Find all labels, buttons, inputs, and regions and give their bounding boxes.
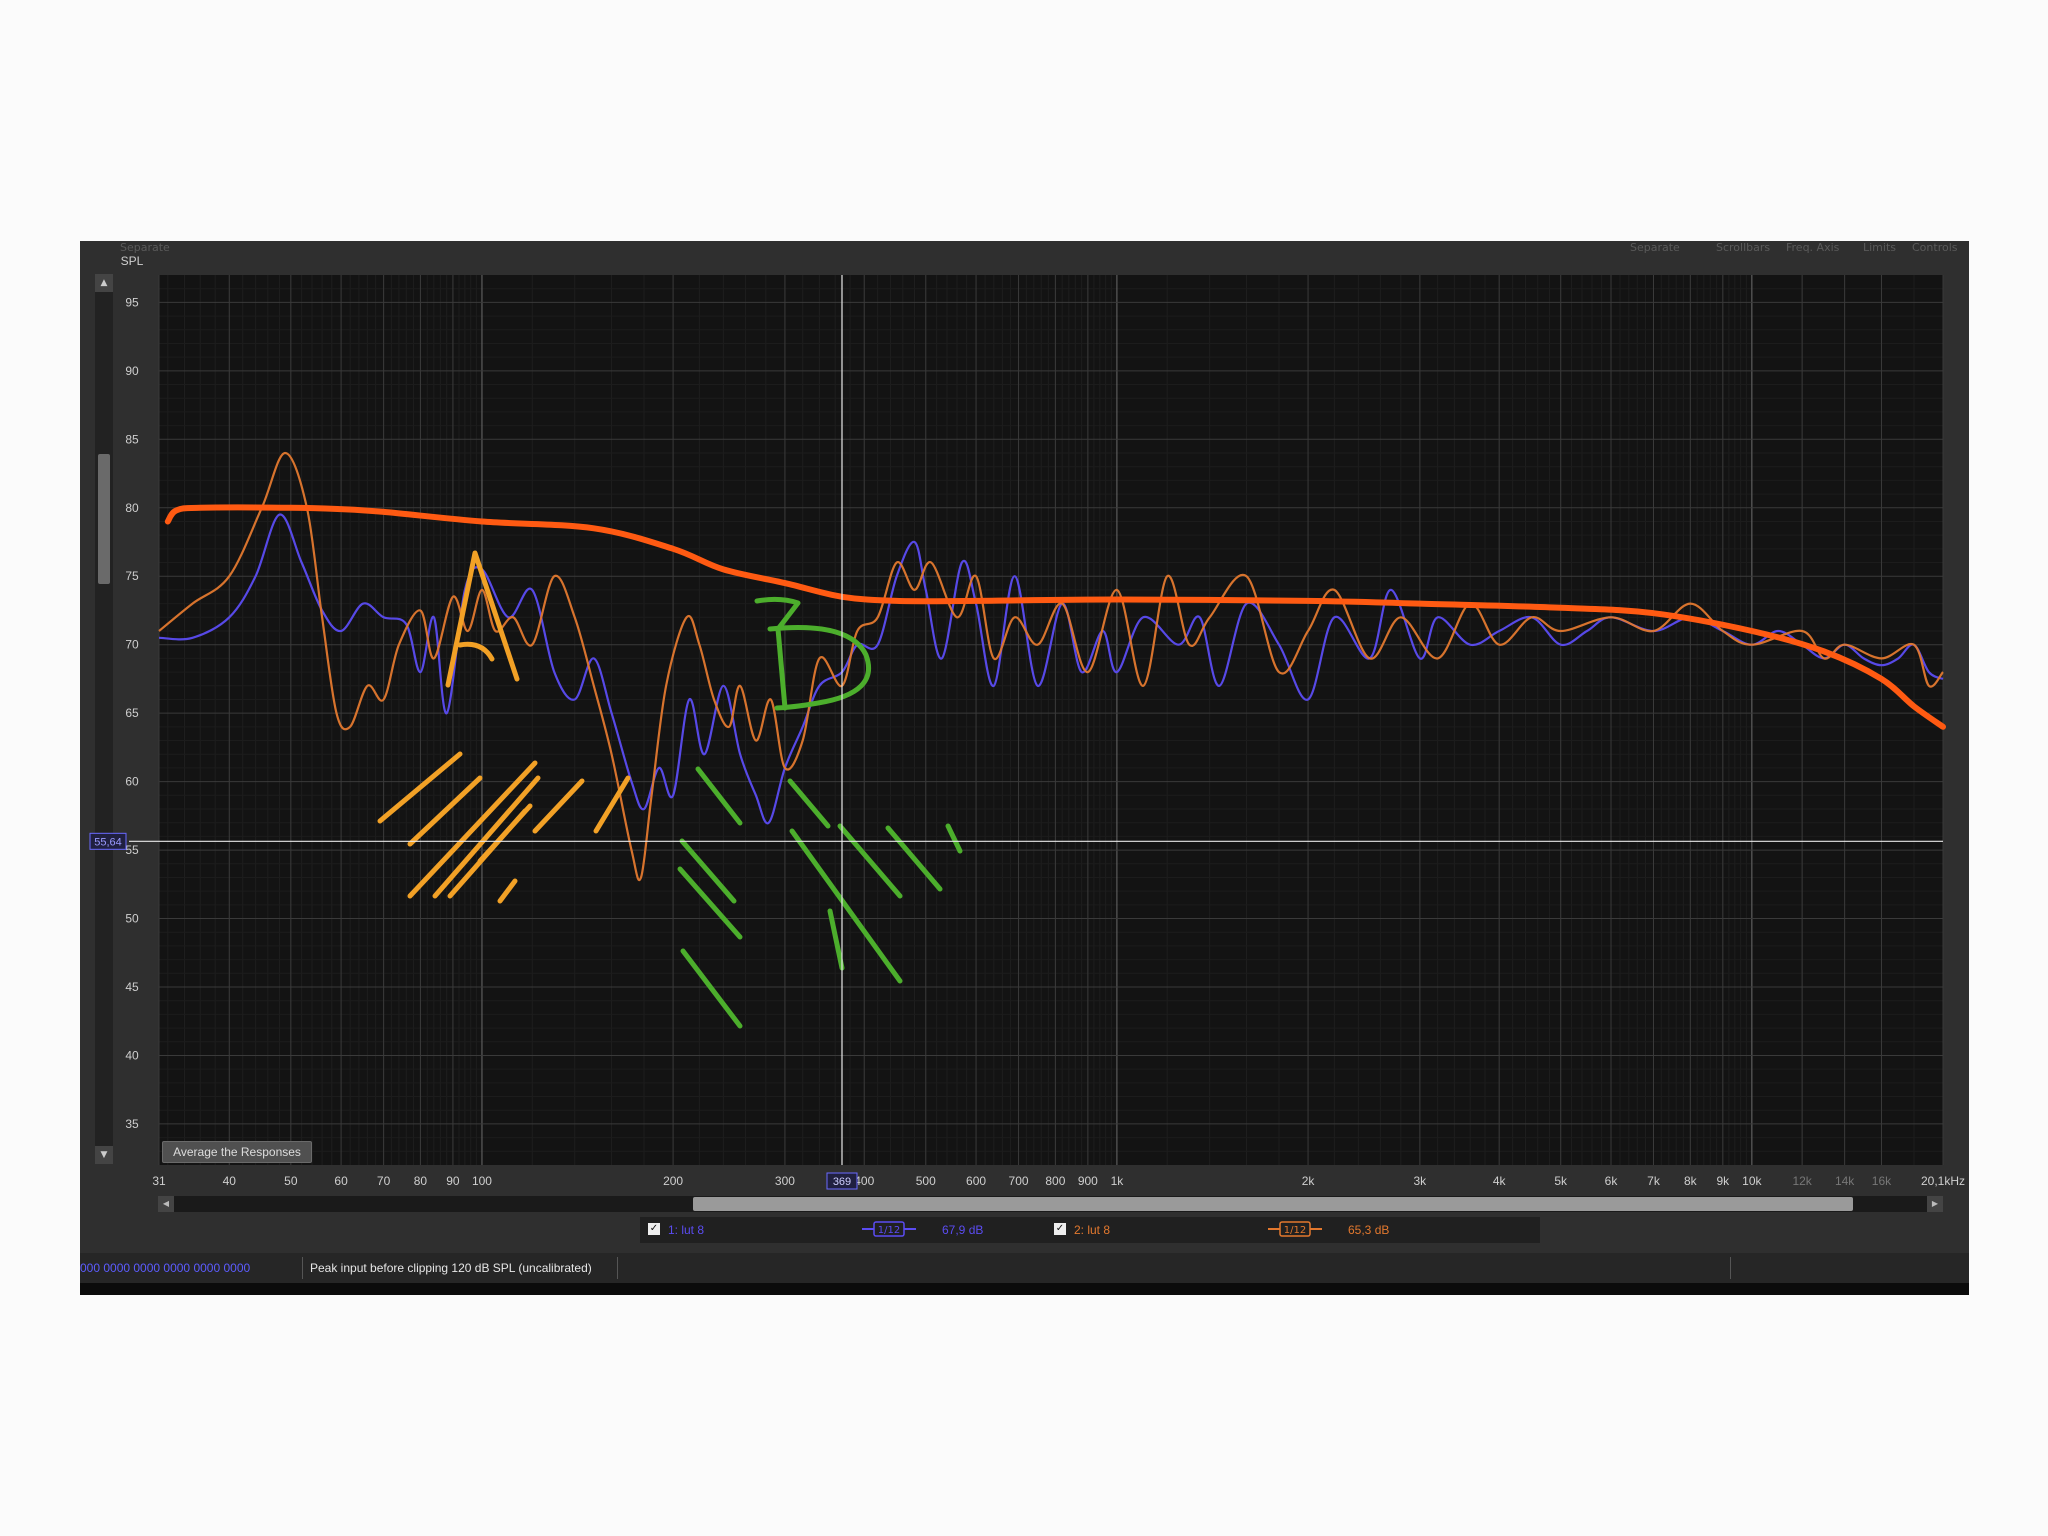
x-tick-label: 40: [223, 1174, 237, 1188]
x-tick-label: 3k: [1414, 1174, 1428, 1188]
smoothing-1-12-icon[interactable]: 1/12: [862, 1221, 916, 1237]
status-divider: [1730, 1257, 1731, 1279]
x-tick-label: 10k: [1742, 1174, 1762, 1188]
x-tick-label: 8k: [1684, 1174, 1698, 1188]
window-bottom-edge: [80, 1283, 1969, 1295]
x-tick-label: 31: [152, 1174, 166, 1188]
spl-chart[interactable]: 31 40 50 60 70 80 90 100 200 300 400 500 600 700 800 90…: [80, 241, 1969, 1201]
smoothing-1-12-icon[interactable]: 1/12: [1268, 1221, 1322, 1237]
scroll-right-arrow-icon[interactable]: ▶: [1927, 1196, 1943, 1212]
x-tick-label: 6k: [1605, 1174, 1619, 1188]
cursor-x-readout: 369: [833, 1176, 851, 1188]
legend-label-2: 2: lut 8: [1074, 1223, 1111, 1237]
x-tick-label: 900: [1078, 1174, 1098, 1188]
y-tick-label: 85: [125, 432, 139, 446]
x-tick-label: 60: [334, 1174, 348, 1188]
x-tick-label: 2k: [1302, 1174, 1316, 1188]
x-tick-label: 500: [916, 1174, 936, 1188]
x-tick-label: 14k: [1835, 1174, 1855, 1188]
legend-level-1: 67,9 dB: [942, 1223, 984, 1237]
x-tick-label: 1k: [1111, 1174, 1125, 1188]
plot-area: [159, 275, 1943, 1165]
x-tick-label: 70: [377, 1174, 391, 1188]
cursor-y-readout: 55,64: [94, 836, 122, 848]
status-divider: [617, 1257, 618, 1279]
legend-checkbox-1[interactable]: ✓: [648, 1223, 660, 1235]
status-message: Peak input before clipping 120 dB SPL (u…: [310, 1261, 592, 1275]
y-tick-label: 80: [125, 501, 139, 515]
status-counters: 000 0000 0000 0000 0000 0000: [80, 1261, 251, 1275]
x-tick-label: 100: [472, 1174, 492, 1188]
y-axis-label: SPL: [121, 254, 144, 268]
x-tick-label: 20,1kHz: [1921, 1174, 1965, 1188]
x-tick-label: 80: [414, 1174, 428, 1188]
y-tick-label: 40: [125, 1048, 139, 1062]
y-tick-label: 35: [125, 1117, 139, 1131]
legend-level-2: 65,3 dB: [1348, 1223, 1390, 1237]
y-tick-label: 90: [125, 364, 139, 378]
x-tick-label: 4k: [1493, 1174, 1507, 1188]
status-bar: 000 0000 0000 0000 0000 0000 Peak input …: [80, 1253, 1969, 1283]
horizontal-scroll-thumb[interactable]: [693, 1197, 1853, 1211]
x-tick-label: 600: [966, 1174, 986, 1188]
x-tick-label: 90: [446, 1174, 460, 1188]
y-tick-label: 75: [125, 569, 139, 583]
x-tick-label: 16k: [1872, 1174, 1892, 1188]
legend-checkbox-2[interactable]: ✓: [1054, 1223, 1066, 1235]
x-tick-label: 7k: [1647, 1174, 1661, 1188]
x-tick-label: 200: [663, 1174, 683, 1188]
status-divider: [302, 1257, 303, 1279]
smoothing-label-1: 1/12: [878, 1225, 900, 1236]
x-tick-label: 50: [284, 1174, 298, 1188]
x-tick-label: 9k: [1716, 1174, 1730, 1188]
horizontal-scrollbar[interactable]: ◀ ▶: [158, 1196, 1943, 1212]
x-tick-label: 5k: [1554, 1174, 1568, 1188]
rew-spl-window: Separate Separate Scrollbars Freq. Axis …: [80, 241, 1969, 1295]
y-tick-label: 50: [125, 912, 139, 926]
y-tick-label: 45: [125, 980, 139, 994]
x-tick-label: 12k: [1792, 1174, 1812, 1188]
x-tick-label: 300: [775, 1174, 795, 1188]
y-tick-label: 95: [125, 295, 139, 309]
y-tick-label: 70: [125, 638, 139, 652]
x-tick-label: 800: [1045, 1174, 1065, 1188]
y-tick-label: 60: [125, 775, 139, 789]
y-tick-label: 55: [125, 843, 139, 857]
average-responses-button[interactable]: Average the Responses: [162, 1141, 312, 1163]
legend-bar: ✓ 1: lut 8 1/12 67,9 dB ✓ 2: lut 8 1/12 …: [640, 1217, 1540, 1243]
x-tick-label: 700: [1009, 1174, 1029, 1188]
scroll-left-arrow-icon[interactable]: ◀: [158, 1196, 174, 1212]
y-tick-label: 65: [125, 706, 139, 720]
smoothing-label-2: 1/12: [1284, 1225, 1306, 1236]
legend-label-1: 1: lut 8: [668, 1223, 705, 1237]
